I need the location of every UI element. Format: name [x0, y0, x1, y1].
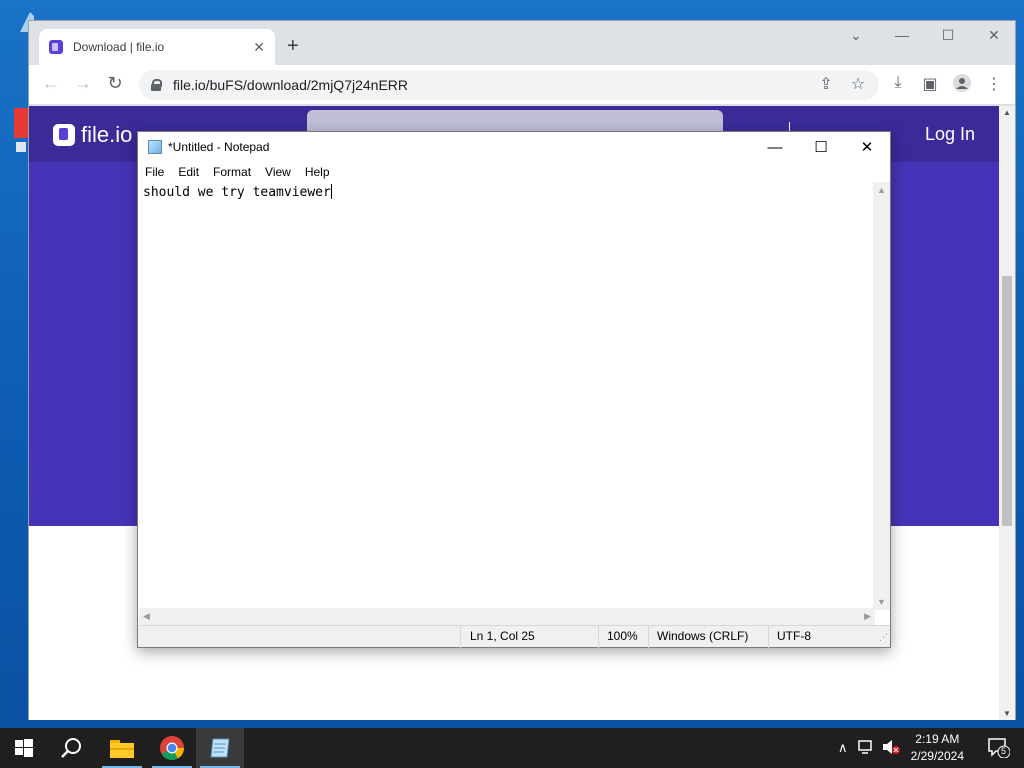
resize-grip-icon[interactable]: ⋰: [879, 632, 888, 643]
scroll-thumb[interactable]: [1002, 276, 1012, 526]
url-text: file.io/buFS/download/2mjQ7j24nERR: [173, 77, 409, 93]
menu-file[interactable]: File: [145, 165, 164, 179]
tab-strip: Download | file.io ✕ + ⌄ — ☐ ✕: [29, 21, 1015, 65]
notepad-maximize-icon[interactable]: ☐: [798, 132, 844, 162]
menu-help[interactable]: Help: [305, 165, 330, 179]
clock-date: 2/29/2024: [910, 749, 964, 763]
notepad-icon: [210, 738, 230, 758]
menu-edit[interactable]: Edit: [178, 165, 199, 179]
tab-search-icon[interactable]: ⌄: [841, 27, 871, 44]
system-tray: ∧: [838, 728, 900, 768]
new-tab-button[interactable]: +: [287, 35, 299, 58]
np-scroll-up-icon[interactable]: ▲: [877, 185, 886, 195]
status-line-ending: Windows (CRLF): [657, 629, 749, 643]
notepad-vertical-scrollbar[interactable]: ▲ ▼: [873, 182, 890, 610]
notepad-close-icon[interactable]: ✕: [844, 132, 890, 162]
notepad-minimize-icon[interactable]: —: [752, 132, 798, 162]
np-scroll-right-icon[interactable]: ▶: [864, 611, 871, 622]
scroll-up-icon[interactable]: ▲: [999, 108, 1015, 117]
notepad-taskbar-button[interactable]: [196, 728, 244, 768]
close-window-icon[interactable]: ✕: [979, 27, 1009, 44]
close-tab-icon[interactable]: ✕: [253, 39, 265, 56]
search-icon: [61, 738, 81, 758]
menu-format[interactable]: Format: [213, 165, 251, 179]
menu-view[interactable]: View: [265, 165, 291, 179]
file-explorer-button[interactable]: [98, 728, 146, 768]
fileio-favicon-icon: [49, 40, 63, 54]
notepad-content: should we try teamviewer: [143, 185, 331, 200]
folder-icon: [110, 740, 134, 758]
maximize-icon[interactable]: ☐: [933, 27, 963, 44]
status-divider: [598, 626, 599, 648]
scroll-down-icon[interactable]: ▼: [999, 709, 1015, 718]
site-logo[interactable]: file.io: [53, 122, 132, 148]
windows-logo-icon: [15, 739, 33, 757]
desktop-icon-partial-2[interactable]: [14, 108, 28, 168]
fileio-logo-icon: [53, 124, 75, 146]
notepad-text-area[interactable]: should we try teamviewer: [139, 182, 875, 610]
profile-avatar-icon[interactable]: [951, 74, 973, 97]
notepad-text-line: should we try teamviewer: [143, 184, 332, 200]
notepad-title: *Untitled - Notepad: [168, 140, 270, 154]
show-hidden-icons-icon[interactable]: ∧: [838, 740, 848, 756]
side-panel-icon[interactable]: ▣: [919, 74, 941, 94]
chrome-menu-icon[interactable]: ⋮: [983, 74, 1005, 94]
tab-title: Download | file.io: [73, 40, 165, 54]
page-scrollbar[interactable]: ▲ ▼: [999, 106, 1015, 720]
np-scroll-left-icon[interactable]: ◀: [143, 611, 150, 622]
clock-time: 2:19 AM: [915, 732, 960, 746]
taskbar-clock[interactable]: 2:19 AM 2/29/2024: [911, 731, 964, 765]
status-encoding: UTF-8: [777, 629, 811, 643]
notepad-app-icon: [148, 140, 162, 154]
browser-tab[interactable]: Download | file.io ✕: [39, 29, 275, 65]
notepad-window: *Untitled - Notepad — ☐ ✕ File Edit Form…: [137, 131, 891, 648]
text-caret: [330, 184, 332, 199]
notepad-statusbar: Ln 1, Col 25 100% Windows (CRLF) UTF-8 ⋰: [138, 625, 890, 648]
login-link[interactable]: Log In: [925, 124, 975, 145]
minimize-icon[interactable]: —: [887, 27, 917, 43]
browser-toolbar: ← → ↻ file.io/buFS/download/2mjQ7j24nERR…: [29, 65, 1015, 105]
download-icon[interactable]: ⤓: [887, 74, 909, 92]
start-button[interactable]: [0, 728, 48, 768]
status-divider: [768, 626, 769, 648]
notification-center-button[interactable]: 5: [988, 738, 1011, 759]
notepad-horizontal-scrollbar[interactable]: ◀ ▶: [139, 608, 875, 625]
status-divider: [460, 626, 461, 648]
reload-icon[interactable]: ↻: [103, 73, 127, 94]
notification-count: 5: [1001, 746, 1007, 756]
notepad-menubar: File Edit Format View Help: [138, 162, 890, 182]
bookmark-star-icon[interactable]: ☆: [847, 74, 869, 94]
address-bar[interactable]: file.io/buFS/download/2mjQ7j24nERR: [139, 70, 879, 100]
notepad-titlebar[interactable]: *Untitled - Notepad — ☐ ✕: [138, 132, 890, 162]
chrome-button[interactable]: [148, 728, 196, 768]
back-icon[interactable]: ←: [39, 73, 63, 94]
network-icon[interactable]: [857, 739, 874, 757]
search-button[interactable]: [48, 728, 96, 768]
chrome-icon: [160, 736, 184, 760]
np-scroll-down-icon[interactable]: ▼: [877, 597, 886, 607]
forward-icon[interactable]: →: [71, 73, 95, 94]
status-divider: [648, 626, 649, 648]
taskbar: ∧ 2:19 AM 2/29/2024 5: [0, 728, 1024, 768]
lock-icon: [151, 79, 162, 91]
site-logo-text: file.io: [81, 122, 133, 147]
share-icon[interactable]: ⇪: [815, 74, 837, 94]
status-position: Ln 1, Col 25: [470, 629, 535, 643]
notification-icon: [988, 738, 1011, 759]
status-zoom: 100%: [607, 629, 638, 643]
volume-muted-icon[interactable]: [882, 739, 900, 758]
